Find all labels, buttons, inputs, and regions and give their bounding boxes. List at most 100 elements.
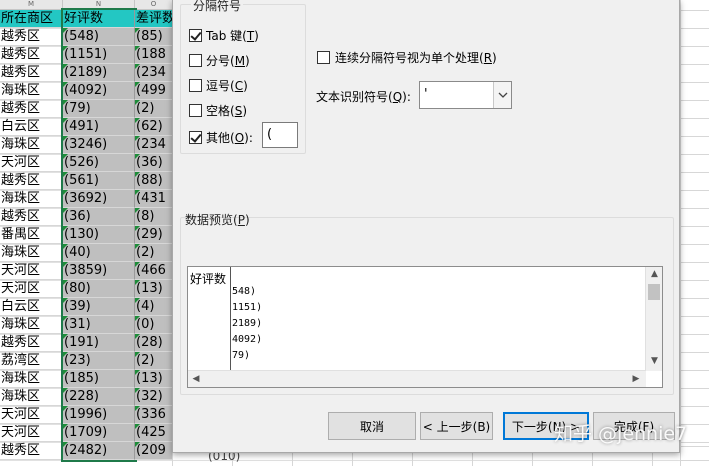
- tab-checkbox[interactable]: Tab 键(T): [189, 27, 259, 44]
- table-cell[interactable]: (28): [135, 334, 173, 352]
- column-header-m[interactable]: M: [0, 0, 63, 10]
- semicolon-checkbox[interactable]: 分号(M): [189, 52, 250, 69]
- table-cell[interactable]: 越秀区: [0, 100, 63, 118]
- table-cell[interactable]: 越秀区: [0, 28, 63, 46]
- scroll-down-icon[interactable]: ▼: [646, 356, 662, 366]
- table-cell[interactable]: (40): [63, 244, 135, 262]
- checkbox-checked-icon[interactable]: [189, 29, 202, 42]
- table-cell[interactable]: (491): [63, 118, 135, 136]
- scroll-left-icon[interactable]: ◀: [190, 374, 202, 384]
- table-cell[interactable]: 白云区: [0, 118, 63, 136]
- chevron-down-icon[interactable]: [493, 82, 511, 108]
- table-cell[interactable]: (2): [135, 100, 173, 118]
- table-cell[interactable]: 越秀区: [0, 442, 63, 460]
- table-cell[interactable]: (85): [135, 28, 173, 46]
- checkbox-unchecked-icon[interactable]: [317, 51, 330, 64]
- table-cell[interactable]: (13): [135, 280, 173, 298]
- preview-vertical-scrollbar[interactable]: ▲ ▼: [645, 267, 662, 371]
- checkbox-checked-icon[interactable]: [189, 131, 202, 144]
- table-cell[interactable]: (32): [135, 388, 173, 406]
- preview-horizontal-scrollbar[interactable]: ◀ ▶: [188, 370, 646, 387]
- scroll-right-icon[interactable]: ▶: [630, 374, 642, 384]
- table-cell[interactable]: 越秀区: [0, 208, 63, 226]
- table-cell[interactable]: 越秀区: [0, 46, 63, 64]
- table-cell[interactable]: (185): [63, 370, 135, 388]
- table-cell[interactable]: 荔湾区: [0, 352, 63, 370]
- table-cell[interactable]: (29): [135, 226, 173, 244]
- header-cell-district[interactable]: 所在商区: [0, 10, 63, 28]
- table-cell[interactable]: 海珠区: [0, 388, 63, 406]
- checkbox-unchecked-icon[interactable]: [189, 104, 202, 117]
- table-cell[interactable]: (3692): [63, 190, 135, 208]
- table-cell[interactable]: (2482): [63, 442, 135, 460]
- table-cell[interactable]: (8): [135, 208, 173, 226]
- table-cell[interactable]: (36): [63, 208, 135, 226]
- table-cell[interactable]: (548): [63, 28, 135, 46]
- header-cell-positive[interactable]: 好评数: [63, 10, 135, 28]
- table-cell[interactable]: (234: [135, 136, 173, 154]
- table-cell[interactable]: 天河区: [0, 154, 63, 172]
- table-cell[interactable]: (31): [63, 316, 135, 334]
- table-cell[interactable]: (0): [135, 316, 173, 334]
- table-cell[interactable]: (130): [63, 226, 135, 244]
- table-cell[interactable]: 越秀区: [0, 334, 63, 352]
- preview-column[interactable]: 好评数: [188, 267, 231, 371]
- table-cell[interactable]: (79): [63, 100, 135, 118]
- table-cell[interactable]: (1709): [63, 424, 135, 442]
- table-cell[interactable]: (4092): [63, 82, 135, 100]
- table-cell[interactable]: (466: [135, 262, 173, 280]
- table-cell[interactable]: (3246): [63, 136, 135, 154]
- consecutive-checkbox[interactable]: 连续分隔符号视为单个处理(R): [317, 49, 497, 66]
- scroll-up-icon[interactable]: ▲: [646, 269, 662, 279]
- table-cell[interactable]: 海珠区: [0, 370, 63, 388]
- table-cell[interactable]: (209: [135, 442, 173, 460]
- table-cell[interactable]: (561): [63, 172, 135, 190]
- cancel-button[interactable]: 取消: [328, 412, 416, 440]
- checkbox-unchecked-icon[interactable]: [189, 54, 202, 67]
- table-cell[interactable]: (188: [135, 46, 173, 64]
- table-cell[interactable]: (526): [63, 154, 135, 172]
- table-cell[interactable]: 海珠区: [0, 316, 63, 334]
- table-cell[interactable]: (88): [135, 172, 173, 190]
- table-cell[interactable]: (23): [63, 352, 135, 370]
- table-cell[interactable]: (36): [135, 154, 173, 172]
- table-cell[interactable]: (234: [135, 64, 173, 82]
- comma-checkbox[interactable]: 逗号(C): [189, 77, 248, 94]
- back-button[interactable]: < 上一步(B): [420, 412, 493, 440]
- table-cell[interactable]: (1151): [63, 46, 135, 64]
- table-cell[interactable]: (499: [135, 82, 173, 100]
- table-cell[interactable]: (80): [63, 280, 135, 298]
- column-header-o[interactable]: O: [135, 0, 173, 10]
- space-checkbox[interactable]: 空格(S): [189, 102, 247, 119]
- other-checkbox[interactable]: 其他(O):: [189, 129, 253, 146]
- table-cell[interactable]: 天河区: [0, 262, 63, 280]
- table-cell[interactable]: 白云区: [0, 298, 63, 316]
- table-cell[interactable]: 天河区: [0, 406, 63, 424]
- table-cell[interactable]: (336: [135, 406, 173, 424]
- table-cell[interactable]: 海珠区: [0, 244, 63, 262]
- table-cell[interactable]: 越秀区: [0, 172, 63, 190]
- data-preview[interactable]: 好评数 548) 1151) 2189) 4092) 79) ▲ ▼ ◀ ▶: [187, 266, 663, 388]
- table-cell[interactable]: (2189): [63, 64, 135, 82]
- table-cell[interactable]: (3859): [63, 262, 135, 280]
- table-cell[interactable]: 番禺区: [0, 226, 63, 244]
- checkbox-unchecked-icon[interactable]: [189, 79, 202, 92]
- table-cell[interactable]: (62): [135, 118, 173, 136]
- text-qualifier-select[interactable]: ': [419, 81, 512, 109]
- table-cell[interactable]: 越秀区: [0, 64, 63, 82]
- table-cell[interactable]: (2): [135, 352, 173, 370]
- table-cell[interactable]: (1996): [63, 406, 135, 424]
- table-cell[interactable]: 海珠区: [0, 190, 63, 208]
- table-cell[interactable]: 天河区: [0, 424, 63, 442]
- table-cell[interactable]: 海珠区: [0, 82, 63, 100]
- table-cell[interactable]: (2): [135, 244, 173, 262]
- table-cell[interactable]: (228): [63, 388, 135, 406]
- table-cell[interactable]: (13): [135, 370, 173, 388]
- scroll-thumb[interactable]: [648, 284, 660, 300]
- table-cell[interactable]: (4): [135, 298, 173, 316]
- table-cell[interactable]: (39): [63, 298, 135, 316]
- other-delimiter-input[interactable]: (: [262, 122, 298, 148]
- table-cell[interactable]: (425: [135, 424, 173, 442]
- column-header-n[interactable]: N: [63, 0, 135, 10]
- header-cell-negative[interactable]: 差评数: [135, 10, 173, 28]
